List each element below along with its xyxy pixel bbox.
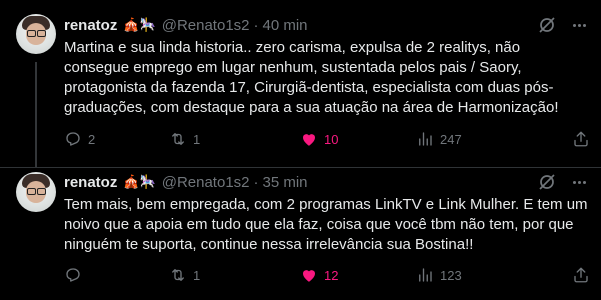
like-count: 10 (324, 131, 339, 147)
like-count: 12 (324, 267, 339, 283)
share-button[interactable] (572, 266, 590, 284)
separator-dot: · (253, 173, 259, 191)
heart-icon (303, 134, 315, 146)
heart-icon (303, 270, 315, 282)
more-icon[interactable] (569, 15, 589, 35)
views-icon (419, 268, 432, 282)
tweet-header: renatoz 🎪🎠 @Renato1s2 · 40 min (64, 15, 308, 35)
tweet-header: renatoz 🎪🎠 @Renato1s2 · 35 min (64, 172, 308, 192)
reply-icon (66, 132, 80, 146)
tweet-text: Tem mais, bem empregada, com 2 programas… (64, 196, 588, 253)
view-count: 247 (440, 131, 462, 147)
tweet[interactable]: renatoz 🎪🎠 @Renato1s2 · 35 min Tem mais,… (0, 167, 601, 300)
retweet-count: 1 (193, 267, 201, 283)
thread-line (35, 62, 37, 167)
retweet-icon (172, 133, 184, 145)
share-button[interactable] (572, 130, 590, 148)
hide-icon[interactable] (537, 15, 557, 35)
avatar[interactable] (16, 14, 56, 54)
timestamp[interactable]: 40 min (263, 17, 308, 34)
separator-dot: · (253, 16, 259, 34)
retweet-icon (172, 269, 184, 281)
timestamp[interactable]: 35 min (263, 174, 308, 191)
reply-button[interactable]: 2 (64, 130, 95, 148)
share-icon (574, 267, 588, 283)
author-name[interactable]: renatoz (64, 174, 117, 191)
author-name[interactable]: renatoz (64, 17, 117, 34)
author-handle[interactable]: @Renato1s2 (162, 17, 250, 34)
author-emoji: 🎪🎠 (123, 17, 156, 32)
hide-icon[interactable] (537, 172, 557, 192)
views-button[interactable]: 247 (416, 130, 462, 148)
action-bar: 1 12 123 (64, 265, 592, 285)
views-icon (419, 132, 432, 146)
more-icon[interactable] (569, 172, 589, 192)
retweet-count: 1 (193, 131, 201, 147)
views-button[interactable]: 123 (416, 266, 462, 284)
tweet-text: Martina e sua linda historia.. zero cari… (64, 39, 559, 116)
author-emoji: 🎪🎠 (123, 174, 156, 189)
like-button[interactable]: 12 (300, 266, 338, 284)
retweet-button[interactable]: 1 (169, 130, 200, 148)
avatar[interactable] (16, 172, 56, 212)
view-count: 123 (440, 267, 462, 283)
retweet-button[interactable]: 1 (169, 266, 200, 284)
reply-count: 2 (88, 131, 96, 147)
reply-button[interactable] (64, 266, 88, 284)
author-handle[interactable]: @Renato1s2 (162, 174, 250, 191)
action-bar: 2 1 10 247 (64, 129, 592, 149)
reply-icon (66, 268, 80, 282)
share-icon (574, 131, 588, 147)
tweet[interactable]: renatoz 🎪🎠 @Renato1s2 · 40 min Martina e… (0, 0, 601, 167)
like-button[interactable]: 10 (300, 130, 338, 148)
